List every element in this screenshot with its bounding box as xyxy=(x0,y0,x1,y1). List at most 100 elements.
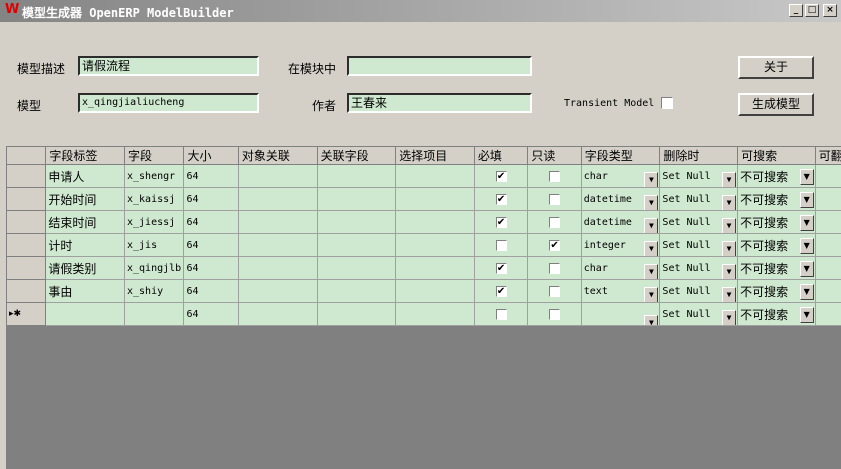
readonly-cell[interactable] xyxy=(527,302,582,326)
column-header[interactable]: 选择项目 xyxy=(395,146,475,165)
readonly-cell[interactable] xyxy=(527,210,582,234)
field-size-cell[interactable]: 64 xyxy=(183,164,239,188)
required-checkbox[interactable]: ✔ xyxy=(495,217,507,228)
chevron-down-icon[interactable]: ▼ xyxy=(799,214,814,231)
relation-field-cell[interactable] xyxy=(316,233,397,257)
selection-cell[interactable] xyxy=(395,210,475,234)
field-label-cell[interactable] xyxy=(45,302,125,326)
field-label-cell[interactable]: 计时 xyxy=(45,233,125,257)
chevron-down-icon[interactable]: ▼ xyxy=(799,168,814,185)
chevron-down-icon[interactable]: ▼ xyxy=(799,260,814,277)
ondelete-cell[interactable]: Set Null ▼ xyxy=(659,210,739,234)
searchable-dropdown[interactable]: 不可搜索 ▼ xyxy=(740,306,814,323)
field-type-dropdown[interactable]: char ▼ xyxy=(584,263,659,279)
field-size-cell[interactable]: 64 xyxy=(183,279,239,303)
relation-cell[interactable] xyxy=(237,279,318,303)
required-checkbox[interactable]: ✔ xyxy=(495,263,507,274)
field-name-cell[interactable]: x_kaissj xyxy=(123,187,185,211)
column-header[interactable]: 可翻 xyxy=(814,146,841,165)
field-size-cell[interactable]: 64 xyxy=(183,210,239,234)
field-name-cell[interactable]: x_shengr xyxy=(123,164,185,188)
searchable-cell[interactable]: 不可搜索 ▼ xyxy=(737,210,816,234)
field-size-cell[interactable]: 64 xyxy=(183,302,239,326)
row-selector[interactable] xyxy=(6,164,47,188)
chevron-down-icon[interactable]: ▼ xyxy=(644,315,659,325)
required-checkbox[interactable]: ✔ xyxy=(495,171,507,182)
generate-model-button[interactable]: 生成模型 xyxy=(738,93,814,116)
column-header[interactable]: 字段类型 xyxy=(580,146,661,165)
table-row[interactable]: ▸✱ 64 ▼ Set Null ▼ 不可搜索 ▼ xyxy=(6,302,841,326)
column-header[interactable]: 字段 xyxy=(123,146,185,165)
searchable-cell[interactable]: 不可搜索 ▼ xyxy=(737,164,816,188)
required-checkbox[interactable]: ✔ xyxy=(495,286,507,297)
searchable-dropdown[interactable]: 不可搜索 ▼ xyxy=(740,168,814,185)
row-selector[interactable] xyxy=(6,256,47,280)
field-type-dropdown[interactable]: text ▼ xyxy=(584,286,659,302)
required-cell[interactable] xyxy=(473,302,529,326)
field-label-cell[interactable]: 开始时间 xyxy=(45,187,125,211)
relation-cell[interactable] xyxy=(237,233,318,257)
ondelete-dropdown[interactable]: Set Null ▼ xyxy=(662,171,737,187)
required-cell[interactable]: ✔ xyxy=(473,187,529,211)
field-type-cell[interactable]: datetime ▼ xyxy=(580,210,661,234)
selection-cell[interactable] xyxy=(395,164,475,188)
relation-cell[interactable] xyxy=(237,164,318,188)
required-cell[interactable]: ✔ xyxy=(473,210,529,234)
searchable-cell[interactable]: 不可搜索 ▼ xyxy=(737,256,816,280)
overflow-cell[interactable] xyxy=(814,164,841,188)
overflow-cell[interactable] xyxy=(814,302,841,326)
relation-cell[interactable] xyxy=(237,210,318,234)
chevron-down-icon[interactable]: ▼ xyxy=(722,240,737,256)
chevron-down-icon[interactable]: ▼ xyxy=(799,283,814,300)
table-row[interactable]: 计时 x_jis 64 ✔ integer ▼ Set Null ▼ 不可搜索 ▼ xyxy=(6,233,841,257)
readonly-cell[interactable] xyxy=(527,256,582,280)
ondelete-cell[interactable]: Set Null ▼ xyxy=(659,302,739,326)
readonly-cell[interactable]: ✔ xyxy=(527,233,582,257)
selection-cell[interactable] xyxy=(395,233,475,257)
readonly-cell[interactable] xyxy=(527,187,582,211)
field-type-cell[interactable]: integer ▼ xyxy=(580,233,661,257)
table-row[interactable]: 结束时间 x_jiessj 64 ✔ datetime ▼ Set Null ▼ 不可搜索 ▼ xyxy=(6,210,841,234)
field-name-cell[interactable] xyxy=(123,302,185,326)
row-selector[interactable] xyxy=(6,233,47,257)
about-button[interactable]: 关于 xyxy=(738,56,814,79)
ondelete-cell[interactable]: Set Null ▼ xyxy=(659,233,739,257)
transient-model-checkbox[interactable] xyxy=(661,97,673,109)
required-cell[interactable]: ✔ xyxy=(473,279,529,303)
field-type-cell[interactable]: text ▼ xyxy=(580,279,661,303)
chevron-down-icon[interactable]: ▼ xyxy=(644,240,659,256)
selection-cell[interactable] xyxy=(395,279,475,303)
table-row[interactable]: 申请人 x_shengr 64 ✔ char ▼ Set Null ▼ 不可搜索 ▼ xyxy=(6,164,841,188)
searchable-cell[interactable]: 不可搜索 ▼ xyxy=(737,279,816,303)
searchable-cell[interactable]: 不可搜索 ▼ xyxy=(737,302,816,326)
chevron-down-icon[interactable]: ▼ xyxy=(722,263,737,279)
readonly-checkbox[interactable] xyxy=(549,171,561,182)
column-header[interactable]: 删除时 xyxy=(659,146,739,165)
module-field[interactable] xyxy=(347,56,532,76)
chevron-down-icon[interactable]: ▼ xyxy=(799,306,814,323)
row-selector[interactable] xyxy=(6,210,47,234)
field-type-cell[interactable]: datetime ▼ xyxy=(580,187,661,211)
selection-cell[interactable] xyxy=(395,256,475,280)
required-checkbox[interactable] xyxy=(495,240,507,251)
ondelete-cell[interactable]: Set Null ▼ xyxy=(659,164,739,188)
field-label-cell[interactable]: 结束时间 xyxy=(45,210,125,234)
overflow-cell[interactable] xyxy=(814,279,841,303)
table-row[interactable]: 事由 x_shiy 64 ✔ text ▼ Set Null ▼ 不可搜索 ▼ xyxy=(6,279,841,303)
chevron-down-icon[interactable]: ▼ xyxy=(722,217,737,233)
chevron-down-icon[interactable]: ▼ xyxy=(644,263,659,279)
searchable-dropdown[interactable]: 不可搜索 ▼ xyxy=(740,191,814,208)
overflow-cell[interactable] xyxy=(814,187,841,211)
readonly-checkbox[interactable]: ✔ xyxy=(549,240,561,251)
ondelete-dropdown[interactable]: Set Null ▼ xyxy=(662,286,737,302)
relation-cell[interactable] xyxy=(237,302,318,326)
ondelete-dropdown[interactable]: Set Null ▼ xyxy=(662,194,737,210)
relation-field-cell[interactable] xyxy=(316,210,397,234)
field-type-dropdown[interactable]: datetime ▼ xyxy=(584,217,659,233)
chevron-down-icon[interactable]: ▼ xyxy=(644,286,659,302)
searchable-dropdown[interactable]: 不可搜索 ▼ xyxy=(740,260,814,277)
relation-field-cell[interactable] xyxy=(316,279,397,303)
chevron-down-icon[interactable]: ▼ xyxy=(722,309,737,325)
relation-field-cell[interactable] xyxy=(316,164,397,188)
field-size-cell[interactable]: 64 xyxy=(183,256,239,280)
